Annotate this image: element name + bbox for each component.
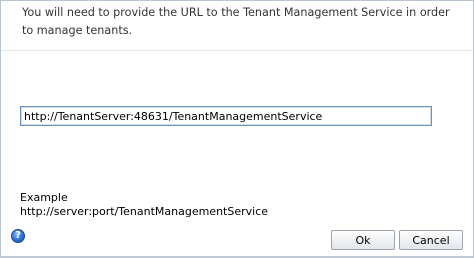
help-icon[interactable]: ? (11, 229, 25, 243)
cancel-button[interactable]: Cancel (399, 230, 463, 250)
example-label: Example (20, 191, 68, 204)
tenant-management-dialog: You will need to provide the URL to the … (0, 0, 474, 258)
ok-button[interactable]: Ok (331, 230, 395, 250)
instruction-text: You will need to provide the URL to the … (22, 6, 450, 37)
example-url: http://server:port/TenantManagementServi… (20, 205, 269, 218)
service-url-input[interactable] (20, 106, 432, 126)
divider (1, 50, 473, 51)
